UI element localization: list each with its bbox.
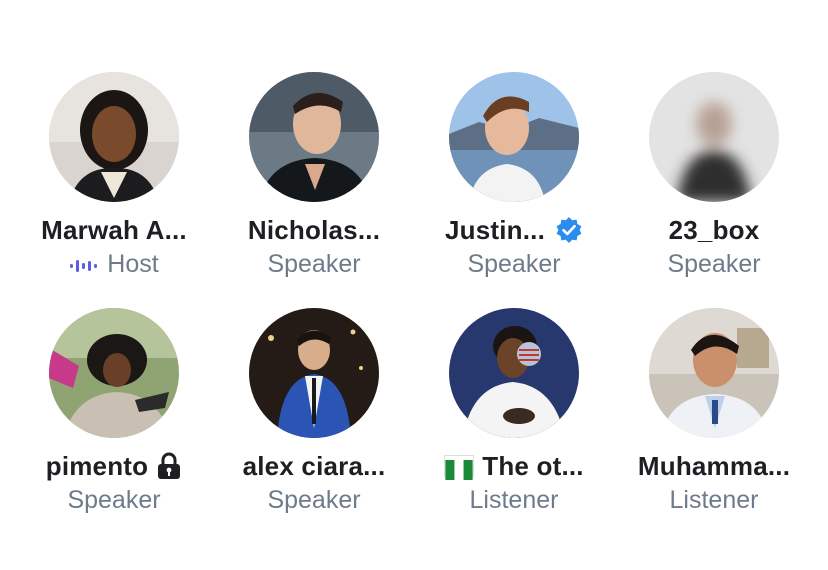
participant-name: The ot... xyxy=(482,450,584,481)
participant-card[interactable]: Justin... Speaker xyxy=(414,72,614,308)
participant-card[interactable]: Muhamma... Listener xyxy=(614,308,814,544)
verified-badge-icon xyxy=(555,216,583,244)
participant-role: Host xyxy=(107,249,159,278)
participant-role: Speaker xyxy=(667,249,761,278)
avatar[interactable] xyxy=(649,308,779,438)
participant-card[interactable]: Nicholas... Speaker xyxy=(214,72,414,308)
avatar[interactable] xyxy=(449,72,579,202)
participant-name: 23_box xyxy=(668,214,760,245)
participant-card[interactable]: Marwah A... Host xyxy=(14,72,214,308)
participant-card[interactable]: pimento Speaker xyxy=(14,308,214,544)
participant-role: Speaker xyxy=(467,249,561,278)
participant-card[interactable]: 23_box Speaker xyxy=(614,72,814,308)
lock-icon xyxy=(156,452,182,480)
avatar[interactable] xyxy=(49,308,179,438)
audio-wave-icon xyxy=(69,254,99,274)
participant-card[interactable]: alex ciara... Speaker xyxy=(214,308,414,544)
avatar[interactable] xyxy=(649,72,779,202)
participant-name: Nicholas... xyxy=(247,214,381,245)
participant-name: Justin... xyxy=(444,214,546,245)
nigeria-flag-icon xyxy=(444,455,475,480)
participants-grid: Marwah A... Host Nicholas... Speaker Jus… xyxy=(14,72,814,544)
participant-name: pimento xyxy=(45,450,149,481)
participant-name: alex ciara... xyxy=(242,450,386,481)
participant-name: Muhamma... xyxy=(637,450,791,481)
avatar[interactable] xyxy=(249,72,379,202)
participant-card[interactable]: The ot... Listener xyxy=(414,308,614,544)
participants-row: pimento Speaker alex ciara... Speaker Th… xyxy=(14,308,814,544)
avatar[interactable] xyxy=(449,308,579,438)
participant-role: Listener xyxy=(469,485,559,514)
participant-role: Listener xyxy=(669,485,759,514)
participant-role: Speaker xyxy=(267,485,361,514)
avatar[interactable] xyxy=(49,72,179,202)
participant-role: Speaker xyxy=(267,249,361,278)
participants-row: Marwah A... Host Nicholas... Speaker Jus… xyxy=(14,72,814,308)
avatar[interactable] xyxy=(249,308,379,438)
participant-name: Marwah A... xyxy=(41,214,187,245)
participant-role: Speaker xyxy=(67,485,161,514)
